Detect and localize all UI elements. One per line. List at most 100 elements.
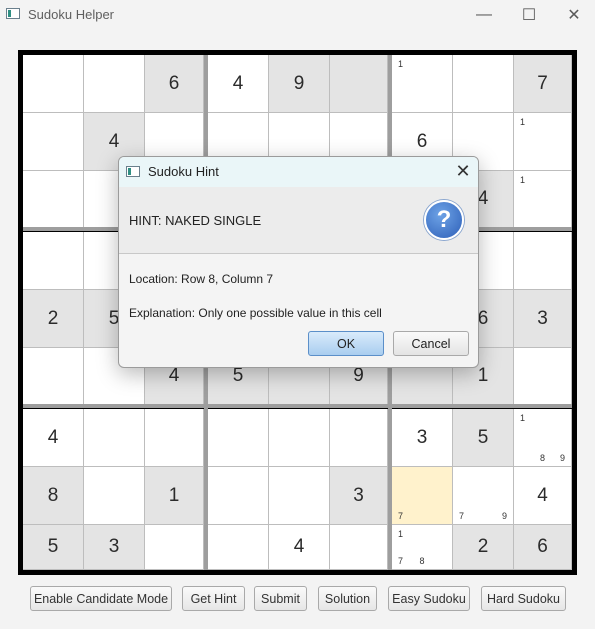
cell-value: 5 — [477, 426, 489, 448]
sudoku-cell-r5-c1[interactable]: 2 — [23, 290, 84, 348]
cell-value: 3 — [416, 426, 428, 448]
candidate-mark: 1 — [520, 413, 526, 423]
sudoku-cell-r1-c4[interactable]: 4 — [208, 55, 269, 113]
cell-value: 2 — [47, 307, 59, 329]
maximize-button[interactable]: ☐ — [515, 4, 543, 26]
sudoku-cell-r8-c6[interactable]: 3 — [330, 467, 388, 525]
sudoku-cell-r3-c9[interactable]: 1 — [514, 171, 572, 228]
candidate-mark: 9 — [560, 453, 566, 463]
sudoku-cell-r8-c4[interactable] — [208, 467, 269, 525]
hard-sudoku-button[interactable]: Hard Sudoku — [481, 586, 566, 611]
easy-sudoku-button[interactable]: Easy Sudoku — [388, 586, 470, 611]
cell-value: 5 — [47, 536, 59, 557]
cell-value: 6 — [416, 130, 428, 152]
enable-candidate-mode-button[interactable]: Enable Candidate Mode — [30, 586, 172, 611]
dialog-header: HINT: NAKED SINGLE ? — [119, 187, 478, 254]
sudoku-cell-r8-c5[interactable] — [269, 467, 330, 525]
sudoku-cell-r9-c2[interactable]: 3 — [84, 525, 145, 570]
submit-button[interactable]: Submit — [254, 586, 307, 611]
sudoku-cell-r1-c8[interactable] — [453, 55, 514, 113]
button-bar: Enable Candidate Mode Get Hint Submit So… — [0, 583, 595, 613]
cell-value: 6 — [168, 72, 180, 94]
close-button[interactable]: ✕ — [560, 4, 588, 26]
cell-value: 7 — [537, 72, 548, 94]
solution-button[interactable]: Solution — [318, 586, 377, 611]
sudoku-cell-r8-c8[interactable]: 79 — [453, 467, 514, 525]
box-divider-horizontal — [23, 404, 572, 408]
sudoku-cell-r7-c3[interactable] — [145, 409, 204, 467]
sudoku-cell-r9-c4[interactable] — [208, 525, 269, 570]
candidate-mark: 7 — [459, 511, 465, 521]
question-icon: ? — [424, 200, 464, 240]
cell-value: 6 — [537, 536, 548, 557]
sudoku-cell-r9-c1[interactable]: 5 — [23, 525, 84, 570]
cell-value: 9 — [353, 365, 364, 386]
sudoku-cell-r2-c1[interactable] — [23, 113, 84, 171]
candidate-mark: 1 — [520, 117, 526, 127]
cell-value: 1 — [477, 365, 489, 386]
sudoku-cell-r1-c5[interactable]: 9 — [269, 55, 330, 113]
cancel-button[interactable]: Cancel — [393, 331, 469, 356]
dialog-title: Sudoku Hint — [148, 164, 219, 179]
sudoku-cell-r3-c1[interactable] — [23, 171, 84, 228]
candidate-mark: 7 — [398, 556, 404, 566]
sudoku-cell-r9-c6[interactable] — [330, 525, 388, 570]
sudoku-cell-r7-c4[interactable] — [208, 409, 269, 467]
sudoku-cell-r9-c9[interactable]: 6 — [514, 525, 572, 570]
hint-explanation: Explanation: Only one possible value in … — [129, 306, 382, 320]
sudoku-cell-r7-c2[interactable] — [84, 409, 145, 467]
sudoku-cell-r6-c1[interactable] — [23, 348, 84, 405]
cell-value: 8 — [47, 484, 59, 506]
sudoku-cell-r9-c3[interactable] — [145, 525, 204, 570]
sudoku-cell-r1-c9[interactable]: 7 — [514, 55, 572, 113]
candidate-mark: 1 — [520, 175, 526, 185]
hint-location: Location: Row 8, Column 7 — [129, 272, 274, 286]
cell-value: 5 — [232, 365, 244, 386]
sudoku-cell-r4-c1[interactable] — [23, 232, 84, 290]
cell-value: 3 — [108, 536, 120, 557]
candidate-mark: 8 — [540, 453, 546, 463]
cell-value: 3 — [537, 307, 548, 329]
sudoku-cell-r1-c1[interactable] — [23, 55, 84, 113]
title-bar: Sudoku Helper — ☐ ✕ — [0, 0, 595, 30]
sudoku-cell-r9-c5[interactable]: 4 — [269, 525, 330, 570]
ok-button[interactable]: OK — [308, 331, 384, 356]
cell-value: 1 — [168, 484, 180, 506]
cell-value: 4 — [537, 484, 548, 506]
sudoku-cell-r7-c8[interactable]: 5 — [453, 409, 514, 467]
sudoku-cell-r9-c8[interactable]: 2 — [453, 525, 514, 570]
window-title: Sudoku Helper — [28, 7, 114, 22]
sudoku-cell-r7-c9[interactable]: 1 8 9 — [514, 409, 572, 467]
sudoku-cell-r1-c6[interactable] — [330, 55, 388, 113]
sudoku-cell-r7-c7[interactable]: 3 — [392, 409, 453, 467]
sudoku-cell-r8-c7[interactable]: 7 — [392, 467, 453, 525]
sudoku-cell-r2-c9[interactable]: 1 — [514, 113, 572, 171]
candidate-mark: 7 — [398, 511, 404, 521]
cell-value: 2 — [477, 536, 489, 557]
get-hint-button[interactable]: Get Hint — [182, 586, 245, 611]
cell-value: 4 — [293, 536, 305, 557]
sudoku-cell-r9-c7[interactable]: 1 7 8 — [392, 525, 453, 570]
sudoku-cell-r8-c9[interactable]: 4 — [514, 467, 572, 525]
candidate-mark: 1 — [398, 529, 404, 539]
candidate-mark: 9 — [502, 511, 508, 521]
sudoku-cell-r8-c1[interactable]: 8 — [23, 467, 84, 525]
sudoku-cell-r7-c1[interactable]: 4 — [23, 409, 84, 467]
candidate-mark: 1 — [398, 59, 404, 69]
sudoku-cell-r6-c9[interactable] — [514, 348, 572, 405]
sudoku-cell-r1-c3[interactable]: 6 — [145, 55, 204, 113]
sudoku-cell-r1-c7[interactable]: 1 — [392, 55, 453, 113]
cell-value: 4 — [168, 365, 180, 386]
minimize-button[interactable]: — — [470, 4, 498, 26]
sudoku-cell-r7-c5[interactable] — [269, 409, 330, 467]
cell-value: 4 — [108, 130, 120, 152]
sudoku-cell-r5-c9[interactable]: 3 — [514, 290, 572, 348]
dialog-close-button[interactable]: ✕ — [452, 160, 474, 182]
cell-value: 4 — [232, 72, 244, 94]
sudoku-cell-r4-c9[interactable] — [514, 232, 572, 290]
sudoku-cell-r8-c3[interactable]: 1 — [145, 467, 204, 525]
sudoku-cell-r7-c6[interactable] — [330, 409, 388, 467]
sudoku-cell-r1-c2[interactable] — [84, 55, 145, 113]
hint-dialog: Sudoku Hint ✕ HINT: NAKED SINGLE ? Locat… — [118, 156, 479, 368]
sudoku-cell-r8-c2[interactable] — [84, 467, 145, 525]
